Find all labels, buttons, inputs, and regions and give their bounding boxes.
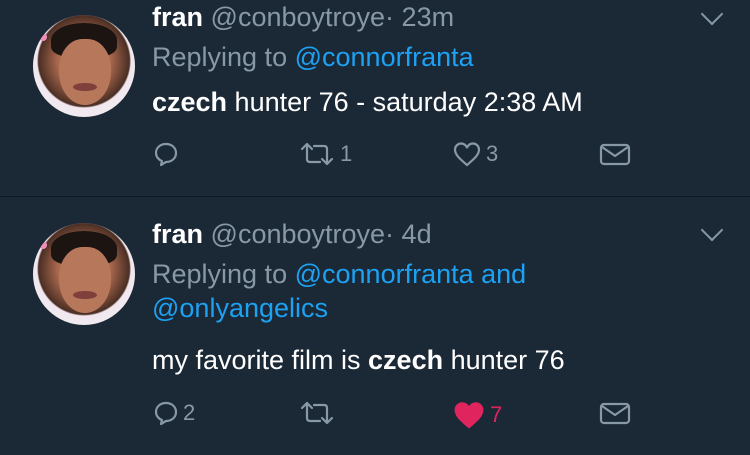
like-button[interactable]: 3 bbox=[452, 141, 498, 167]
avatar-face bbox=[59, 39, 111, 105]
direct-message-button[interactable] bbox=[598, 141, 632, 167]
display-name[interactable]: fran bbox=[152, 2, 203, 32]
retweet-icon bbox=[300, 142, 334, 166]
replying-prefix: Replying to bbox=[152, 259, 288, 289]
tweet-text-prefix: my favorite film is bbox=[152, 345, 369, 375]
direct-message-button[interactable] bbox=[598, 400, 632, 426]
avatar-sticker bbox=[39, 33, 47, 41]
reply-count: 2 bbox=[183, 400, 196, 425]
chevron-down-icon[interactable] bbox=[700, 2, 724, 26]
like-count: 3 bbox=[486, 141, 499, 166]
tweet-text-bold: czech bbox=[368, 345, 444, 375]
tweet-text: czech hunter 76 - saturday 2:38 AM bbox=[152, 87, 583, 118]
timestamp[interactable]: 4d bbox=[402, 219, 432, 249]
mention-link[interactable]: @connorfranta bbox=[295, 42, 474, 72]
direct-message-icon bbox=[599, 143, 631, 166]
retweet-icon bbox=[300, 401, 334, 425]
avatar-lips bbox=[73, 83, 97, 91]
heart-icon bbox=[454, 402, 484, 429]
avatar[interactable] bbox=[33, 223, 135, 325]
user-handle[interactable]: @conboytroye bbox=[211, 219, 386, 249]
replying-to: Replying to @connorfranta bbox=[152, 36, 474, 78]
chevron-down-icon[interactable] bbox=[700, 218, 724, 242]
tweet[interactable]: fran @conboytroye· 4d Replying to @conno… bbox=[0, 197, 750, 455]
timestamp[interactable]: 23m bbox=[402, 2, 455, 32]
reply-icon bbox=[154, 142, 178, 167]
tweet-actions: 1 3 bbox=[0, 141, 750, 181]
avatar-sticker bbox=[39, 241, 47, 249]
avatar-face bbox=[59, 247, 111, 313]
mention-link[interactable]: @connorfranta and bbox=[295, 259, 527, 289]
replying-prefix: Replying to bbox=[152, 42, 288, 72]
tweet-text-rest: hunter 76 bbox=[443, 345, 565, 375]
tweet-header: fran @conboytroye· 4d bbox=[152, 219, 432, 250]
retweet-button[interactable] bbox=[298, 400, 340, 426]
retweet-count: 1 bbox=[340, 141, 353, 166]
display-name[interactable]: fran bbox=[152, 219, 203, 249]
heart-icon bbox=[453, 142, 481, 167]
tweet-text-bold: czech bbox=[152, 87, 228, 117]
direct-message-icon bbox=[599, 402, 631, 425]
like-button[interactable]: 7 bbox=[452, 400, 502, 430]
reply-button[interactable] bbox=[153, 141, 183, 167]
tweet-header: fran @conboytroye· 23m bbox=[152, 2, 454, 33]
separator: · bbox=[385, 219, 395, 249]
reply-button[interactable]: 2 bbox=[153, 400, 195, 426]
tweet-text-rest: hunter 76 - saturday 2:38 AM bbox=[227, 87, 583, 117]
user-handle[interactable]: @conboytroye bbox=[211, 2, 386, 32]
separator: · bbox=[385, 2, 395, 32]
like-count: 7 bbox=[490, 402, 503, 427]
avatar[interactable] bbox=[33, 15, 135, 117]
avatar-lips bbox=[73, 291, 97, 299]
tweet[interactable]: fran @conboytroye· 23m Replying to @conn… bbox=[0, 0, 750, 197]
replying-to: Replying to @connorfranta and bbox=[152, 253, 526, 295]
reply-icon bbox=[154, 401, 178, 426]
tweet-actions: 2 7 bbox=[0, 400, 750, 440]
mention-link-2[interactable]: @onlyangelics bbox=[152, 293, 328, 324]
retweet-button[interactable]: 1 bbox=[298, 141, 352, 167]
tweet-text: my favorite film is czech hunter 76 bbox=[152, 345, 565, 376]
